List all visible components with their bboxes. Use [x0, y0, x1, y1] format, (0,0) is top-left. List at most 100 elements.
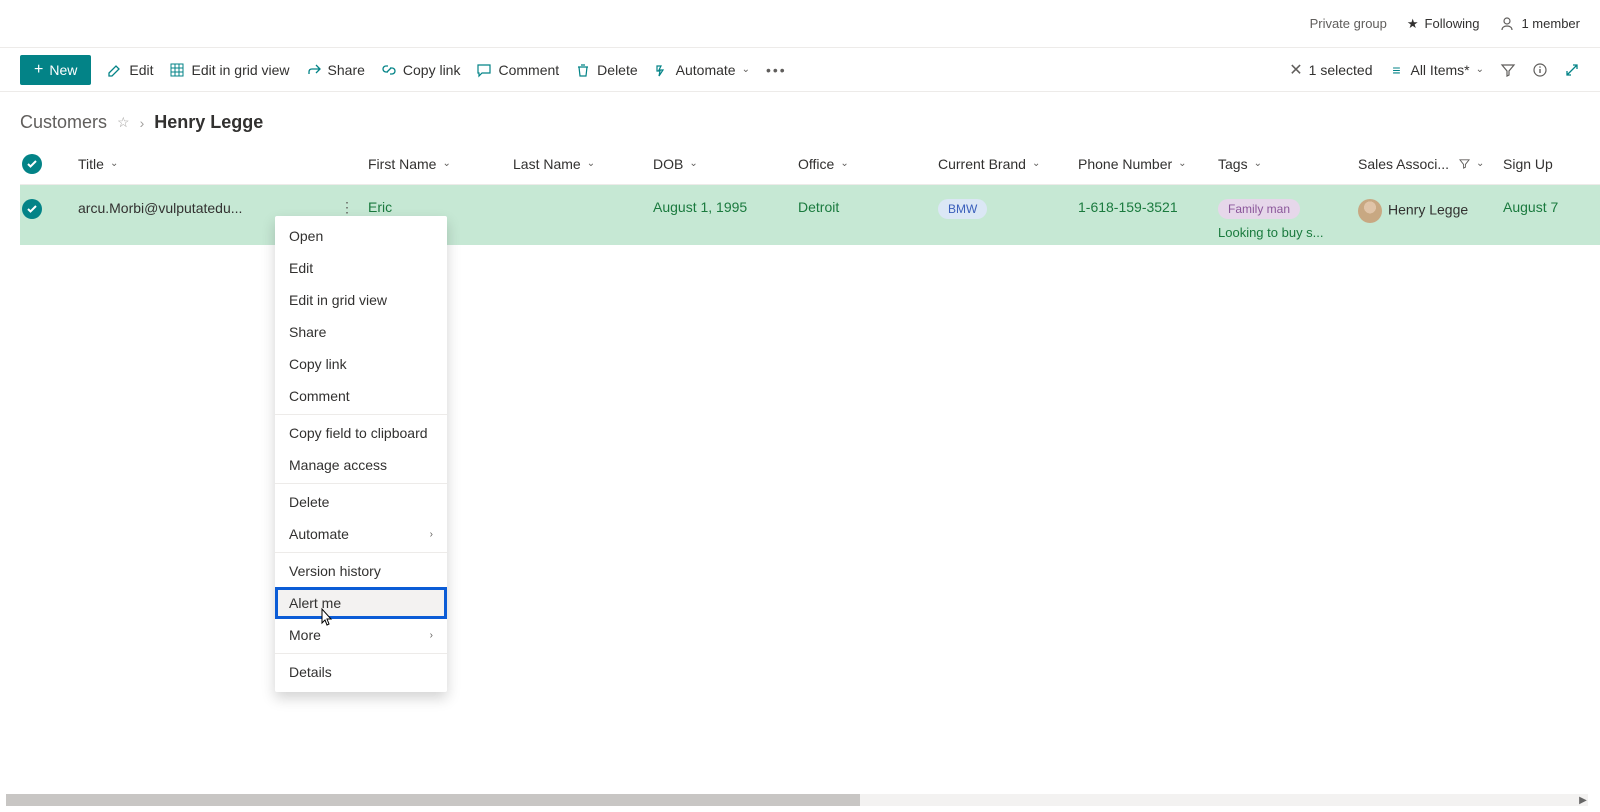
link-icon	[381, 62, 397, 78]
horizontal-scrollbar[interactable]: ▶	[6, 794, 1588, 806]
menu-delete[interactable]: Delete	[275, 486, 447, 518]
menu-details-label: Details	[289, 664, 332, 680]
new-label: New	[49, 62, 77, 78]
view-selector[interactable]: ≡ All Items* ⌄	[1388, 62, 1484, 78]
share-label: Share	[328, 62, 365, 78]
close-icon: ✕	[1289, 60, 1302, 80]
new-button[interactable]: + New	[20, 55, 91, 85]
automate-button[interactable]: Automate ⌄	[654, 62, 750, 78]
row-more-button[interactable]: ⋮	[340, 199, 352, 216]
menu-separator	[275, 552, 447, 553]
clear-selection-button[interactable]: ✕ 1 selected	[1289, 60, 1372, 80]
brand-pill: BMW	[938, 199, 987, 219]
plus-icon: +	[34, 61, 43, 79]
column-header-lastname[interactable]: Last Name⌄	[505, 156, 645, 172]
select-all-checkbox[interactable]	[22, 154, 42, 174]
cell-brand: BMW	[930, 195, 1070, 223]
menu-comment[interactable]: Comment	[275, 380, 447, 412]
menu-edit-label: Edit	[289, 260, 313, 276]
share-button[interactable]: Share	[306, 62, 365, 78]
members-button[interactable]: 1 member	[1499, 16, 1580, 32]
menu-copy-field[interactable]: Copy field to clipboard	[275, 417, 447, 449]
column-header-dob[interactable]: DOB⌄	[645, 156, 790, 172]
menu-manage-access[interactable]: Manage access	[275, 449, 447, 481]
menu-separator	[275, 414, 447, 415]
phone-text: 1-618-159-3521	[1078, 199, 1178, 215]
menu-copy-link-label: Copy link	[289, 356, 347, 372]
table-row[interactable]: arcu.Morbi@vulputatedu... ⋮ Eric August …	[20, 185, 1600, 245]
column-header-firstname[interactable]: First Name⌄	[360, 156, 505, 172]
menu-version-history[interactable]: Version history	[275, 555, 447, 587]
menu-edit-grid[interactable]: Edit in grid view	[275, 284, 447, 316]
column-header-brand[interactable]: Current Brand⌄	[930, 156, 1070, 172]
edit-button[interactable]: Edit	[107, 62, 153, 78]
star-filled-icon: ★	[1407, 16, 1419, 32]
scrollbar-track[interactable]	[6, 794, 1588, 806]
column-header-office[interactable]: Office⌄	[790, 156, 930, 172]
chevron-down-icon: ⌄	[1476, 158, 1484, 169]
following-button[interactable]: ★ Following	[1407, 16, 1480, 32]
more-actions-button[interactable]: •••	[766, 62, 787, 78]
menu-automate-label: Automate	[289, 526, 349, 542]
menu-more-label: More	[289, 627, 321, 643]
table-header-row: Title⌄ First Name⌄ Last Name⌄ DOB⌄ Offic…	[20, 143, 1600, 185]
column-header-signup[interactable]: Sign Up	[1495, 156, 1595, 172]
grid-icon	[169, 62, 185, 78]
members-label: 1 member	[1521, 16, 1580, 31]
col-tags-label: Tags	[1218, 156, 1248, 172]
column-header-phone[interactable]: Phone Number⌄	[1070, 156, 1210, 172]
view-label: All Items*	[1410, 62, 1469, 78]
filter-button[interactable]	[1500, 62, 1516, 78]
menu-details[interactable]: Details	[275, 656, 447, 688]
menu-copy-link[interactable]: Copy link	[275, 348, 447, 380]
delete-button[interactable]: Delete	[575, 62, 637, 78]
cell-assoc: Henry Legge	[1350, 195, 1495, 227]
context-menu: Open Edit Edit in grid view Share Copy l…	[275, 216, 447, 692]
col-phone-label: Phone Number	[1078, 156, 1172, 172]
copy-link-label: Copy link	[403, 62, 461, 78]
menu-automate[interactable]: Automate›	[275, 518, 447, 550]
favorite-star-icon[interactable]: ☆	[117, 114, 130, 131]
info-button[interactable]	[1532, 62, 1548, 78]
edit-grid-label: Edit in grid view	[191, 62, 289, 78]
menu-version-history-label: Version history	[289, 563, 381, 579]
cell-phone: 1-618-159-3521	[1070, 195, 1210, 219]
pencil-icon	[107, 62, 123, 78]
list-icon: ≡	[1388, 62, 1404, 78]
menu-alert-me[interactable]: Alert me	[275, 587, 447, 619]
menu-open[interactable]: Open	[275, 220, 447, 252]
breadcrumb-separator: ›	[140, 115, 145, 131]
title-text: arcu.Morbi@vulputatedu...	[78, 200, 242, 216]
copy-link-button[interactable]: Copy link	[381, 62, 461, 78]
column-header-assoc[interactable]: Sales Associ... ⌄	[1350, 156, 1495, 172]
comment-label: Comment	[498, 62, 559, 78]
menu-more[interactable]: More›	[275, 619, 447, 651]
menu-edit[interactable]: Edit	[275, 252, 447, 284]
scrollbar-thumb[interactable]	[6, 794, 860, 806]
cell-lastname	[505, 195, 645, 203]
expand-button[interactable]	[1564, 62, 1580, 78]
filter-icon	[1459, 158, 1470, 169]
chevron-down-icon: ⌄	[742, 64, 750, 75]
avatar-icon	[1358, 199, 1382, 223]
menu-share[interactable]: Share	[275, 316, 447, 348]
trash-icon	[575, 62, 591, 78]
list-name-link[interactable]: Customers	[20, 112, 107, 133]
chevron-down-icon: ⌄	[1476, 64, 1484, 75]
menu-copy-field-label: Copy field to clipboard	[289, 425, 428, 441]
private-group-label: Private group	[1310, 16, 1387, 31]
col-fname-label: First Name	[368, 156, 436, 172]
menu-comment-label: Comment	[289, 388, 350, 404]
row-select-checkbox[interactable]	[22, 199, 42, 219]
column-header-tags[interactable]: Tags⌄	[1210, 156, 1350, 172]
column-header-title[interactable]: Title⌄	[70, 156, 360, 172]
comment-icon	[476, 62, 492, 78]
ellipsis-icon: •••	[766, 62, 787, 78]
tag-text: Looking to buy s...	[1218, 225, 1342, 240]
scroll-right-arrow[interactable]: ▶	[1576, 794, 1590, 806]
comment-button[interactable]: Comment	[476, 62, 559, 78]
site-info-bar: Private group ★ Following 1 member	[0, 0, 1600, 48]
menu-open-label: Open	[289, 228, 323, 244]
edit-grid-button[interactable]: Edit in grid view	[169, 62, 289, 78]
cell-tags: Family man Looking to buy s...	[1210, 195, 1350, 244]
